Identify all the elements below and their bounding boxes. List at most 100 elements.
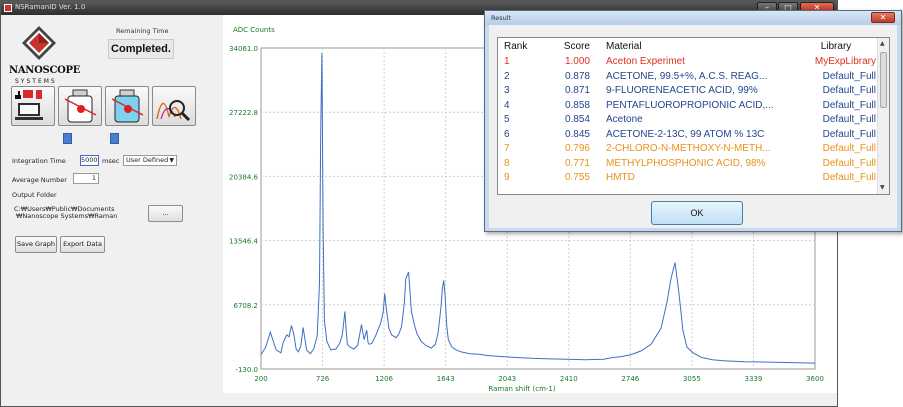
table-row[interactable]: 4 0.858 PENTAFLUOROPROPIONIC ACID,... Defau… — [498, 99, 878, 113]
result-material: ACETONE, 99.5+%, A.C.S. REAG... — [606, 70, 768, 82]
integration-time-label: Integration Time — [12, 157, 66, 165]
result-material: METHYLPHOSPHONIC ACID, 98% — [606, 157, 766, 169]
x-tick-label: 2043 — [498, 375, 516, 383]
result-close-button[interactable]: ✕ — [871, 12, 895, 23]
table-row[interactable]: 5 0.854 Acetone Default_Full — [498, 113, 878, 127]
y-axis-label: ADC Counts — [233, 26, 275, 34]
logo-brand: NANOSCOPE — [9, 65, 81, 76]
result-material: Aceton Experimet — [606, 56, 685, 67]
result-library: Default_Full — [822, 128, 876, 140]
result-rank: 9 — [504, 172, 510, 183]
x-tick-label: 2410 — [560, 375, 578, 383]
x-tick-label: 1643 — [437, 375, 455, 383]
result-scrollbar[interactable]: ▲ ▼ — [877, 38, 889, 194]
result-score: 0.796 — [564, 143, 590, 154]
device-connect-icon — [15, 90, 43, 120]
table-row[interactable]: 3 0.871 9-FLUORENEACETIC ACID, 99% Default_… — [498, 84, 878, 98]
result-score: 1.000 — [564, 56, 590, 67]
y-tick-label: 6708.2 — [234, 302, 259, 310]
scroll-down-icon[interactable]: ▼ — [880, 184, 885, 191]
table-row[interactable]: 2 0.878 ACETONE, 99.5+%, A.C.S. REAG... Def… — [498, 70, 878, 84]
y-tick-label: 20384.6 — [229, 173, 258, 181]
logo-sub: SYSTEMS — [15, 78, 57, 85]
result-list[interactable]: Rank Score Material Library 1 1.000 Aceton… — [497, 37, 890, 195]
x-tick-label: 3600 — [806, 375, 824, 383]
result-list-header: Rank Score Material Library — [498, 40, 878, 54]
status-display: Completed. — [108, 39, 174, 59]
document-icon[interactable] — [63, 133, 72, 144]
result-library: Default_Full — [822, 172, 876, 183]
result-library: Default_Full — [822, 99, 876, 111]
result-material: 2-CHLORO-N-METHOXY-N-METH... — [606, 143, 771, 154]
result-score: 0.858 — [564, 99, 590, 111]
result-material: HMTD — [606, 172, 635, 183]
nanoscope-logo-icon — [22, 26, 56, 60]
result-library: Default_Full — [822, 143, 876, 154]
spectrum-search-button[interactable] — [152, 86, 196, 126]
reference-bottle-icon — [111, 89, 144, 123]
y-tick-label: 34061.0 — [229, 45, 258, 53]
column-header-rank[interactable]: Rank — [504, 40, 527, 54]
x-tick-label: 1206 — [375, 375, 393, 383]
table-row[interactable]: 6 0.845 ACETONE-2-13C, 99 ATOM % 13C Defaul… — [498, 128, 878, 142]
result-score: 0.854 — [564, 114, 590, 125]
average-number-label: Average Number — [12, 176, 67, 184]
table-row[interactable]: 8 0.771 METHYLPHOSPHONIC ACID, 98% Default_… — [498, 157, 878, 171]
window-title: NSRamanID Ver. 1.0 — [15, 3, 86, 11]
result-rank: 6 — [504, 128, 510, 140]
x-tick-label: 3055 — [683, 375, 701, 383]
scroll-up-icon[interactable]: ▲ — [880, 40, 885, 47]
column-header-material[interactable]: Material — [606, 40, 790, 54]
document-icon[interactable] — [110, 133, 119, 144]
result-rank: 3 — [504, 85, 510, 96]
result-material: ACETONE-2-13C, 99 ATOM % 13C — [606, 128, 765, 140]
control-panel: NANOSCOPE SYSTEMS Remaining Time Complet… — [1, 15, 221, 406]
result-library: Default_Full — [822, 85, 876, 96]
result-library: MyExpLibrary — [814, 56, 876, 67]
table-row[interactable]: 1 1.000 Aceton Experimet MyExpLibrary — [498, 55, 878, 69]
spectrum-search-icon — [156, 100, 191, 122]
chevron-down-icon: ▼ — [169, 157, 174, 164]
reference-scan-button[interactable] — [105, 86, 149, 126]
result-title: Result — [491, 14, 512, 22]
scroll-thumb[interactable] — [880, 52, 887, 108]
y-tick-label: 27222.8 — [229, 109, 258, 117]
result-rank: 8 — [504, 157, 510, 169]
average-number-input[interactable]: 1 — [73, 173, 99, 184]
table-row[interactable]: 9 0.755 HMTD Default_Full — [498, 171, 878, 185]
result-rank: 7 — [504, 143, 510, 154]
ok-button[interactable]: OK — [651, 201, 743, 225]
integration-time-unit: msec — [102, 157, 120, 165]
result-rank: 5 — [504, 114, 510, 125]
x-tick-label: 3339 — [745, 375, 763, 383]
result-score: 0.771 — [564, 157, 590, 169]
column-header-library[interactable]: Library — [796, 40, 876, 54]
result-score: 0.871 — [564, 85, 590, 96]
nanoscope-logo: NANOSCOPE SYSTEMS — [9, 25, 80, 89]
result-rank: 1 — [504, 56, 510, 67]
result-rank: 2 — [504, 70, 510, 82]
x-tick-label: 200 — [254, 375, 267, 383]
result-score: 0.845 — [564, 128, 590, 140]
mode-select[interactable]: User Defined ▼ — [123, 155, 177, 166]
save-graph-button[interactable]: Save Graph — [15, 236, 57, 253]
browse-folder-button[interactable]: ... — [148, 205, 183, 222]
integration-time-input[interactable]: 5000 — [80, 155, 99, 166]
result-material: 9-FLUORENEACETIC ACID, 99% — [606, 85, 758, 96]
sample-bottle-icon — [64, 89, 97, 123]
result-library: Default_Full — [822, 114, 876, 125]
result-body: Rank Score Material Library 1 1.000 Aceton… — [489, 25, 897, 228]
app-icon — [4, 4, 12, 12]
table-row[interactable]: 7 0.796 2-CHLORO-N-METHOXY-N-METH... Defaul… — [498, 142, 878, 156]
output-folder-label: Output Folder — [12, 191, 57, 199]
result-library: Default_Full — [822, 157, 876, 169]
connect-device-button[interactable] — [11, 86, 55, 126]
result-titlebar[interactable]: Result ✕ — [485, 11, 901, 25]
column-header-score[interactable]: Score — [548, 40, 590, 54]
sample-scan-button[interactable] — [58, 86, 102, 126]
y-tick-label: -130.0 — [235, 366, 258, 374]
result-library: Default_Full — [822, 70, 876, 82]
y-tick-label: 13546.4 — [229, 238, 258, 246]
result-score: 0.755 — [564, 172, 590, 183]
export-data-button[interactable]: Export Data — [60, 236, 105, 253]
